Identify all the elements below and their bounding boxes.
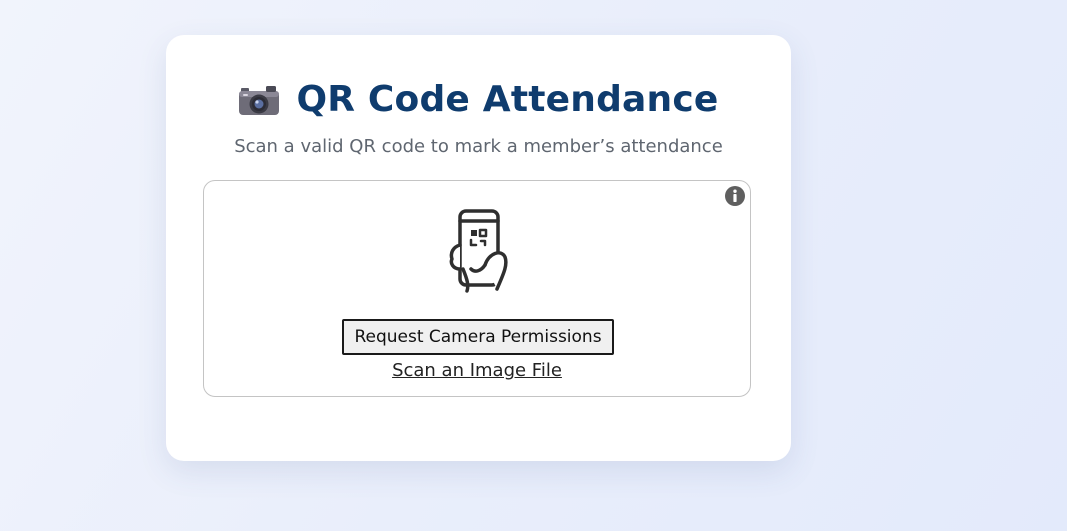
qr-scanner-region: Request Camera Permissions Scan an Image… bbox=[203, 180, 751, 397]
scan-image-file-link[interactable]: Scan an Image File bbox=[204, 358, 750, 384]
page-subtitle: Scan a valid QR code to mark a member’s … bbox=[234, 136, 723, 157]
phone-qr-scan-icon bbox=[447, 209, 511, 293]
title-row: QR Code Attendance bbox=[166, 75, 791, 125]
attendance-card: QR Code Attendance Scan a valid QR code … bbox=[166, 35, 791, 461]
page-title: QR Code Attendance bbox=[296, 79, 719, 120]
camera-icon bbox=[238, 83, 280, 117]
info-icon[interactable] bbox=[724, 185, 746, 207]
request-camera-permissions-button[interactable]: Request Camera Permissions bbox=[342, 319, 614, 355]
